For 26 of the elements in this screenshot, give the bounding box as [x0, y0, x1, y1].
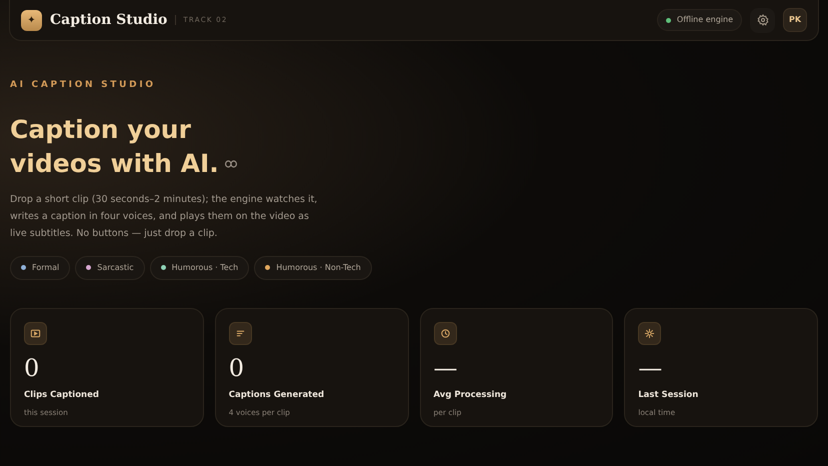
stat-value: —	[638, 352, 662, 382]
clock-icon	[440, 328, 450, 338]
stat-label: Avg Processing	[434, 388, 507, 402]
app-title: Caption Studio	[50, 10, 168, 30]
settings-button[interactable]	[750, 8, 775, 32]
video-icon	[30, 328, 41, 338]
stat-label: Captions Generated	[228, 388, 324, 402]
hero-heading: videos with AI.	[10, 148, 219, 180]
stat-label: Clips Captioned	[24, 388, 99, 402]
stat-value: 0	[24, 352, 40, 382]
sun-icon	[644, 328, 656, 338]
voice-label: Sarcastic	[97, 262, 134, 274]
hero-description: Drop a short clip (30 seconds–2 minutes); the engine watches it, writes a caption in four voices, and plays them on the video as live subtitles. No buttons — just drop a clip.	[10, 192, 318, 240]
stat-value: 0	[228, 352, 244, 382]
eyebrow-label: AI CAPTION STUDIO	[10, 79, 156, 92]
settings-icon	[756, 14, 768, 26]
stat-value: —	[434, 352, 458, 382]
lines-icon	[234, 328, 246, 338]
logo-icon: ✦	[21, 10, 42, 30]
stat-label: Last Session	[638, 388, 698, 402]
hero-heading: Caption your	[10, 114, 191, 146]
voice-label: Humorous · Tech	[172, 262, 238, 274]
voice-label: Humorous · Non-Tech	[276, 262, 361, 274]
user-avatar[interactable]: PK	[783, 8, 807, 32]
voice-label: Formal	[32, 262, 60, 274]
engine-status-label: Offline engine	[676, 14, 733, 26]
